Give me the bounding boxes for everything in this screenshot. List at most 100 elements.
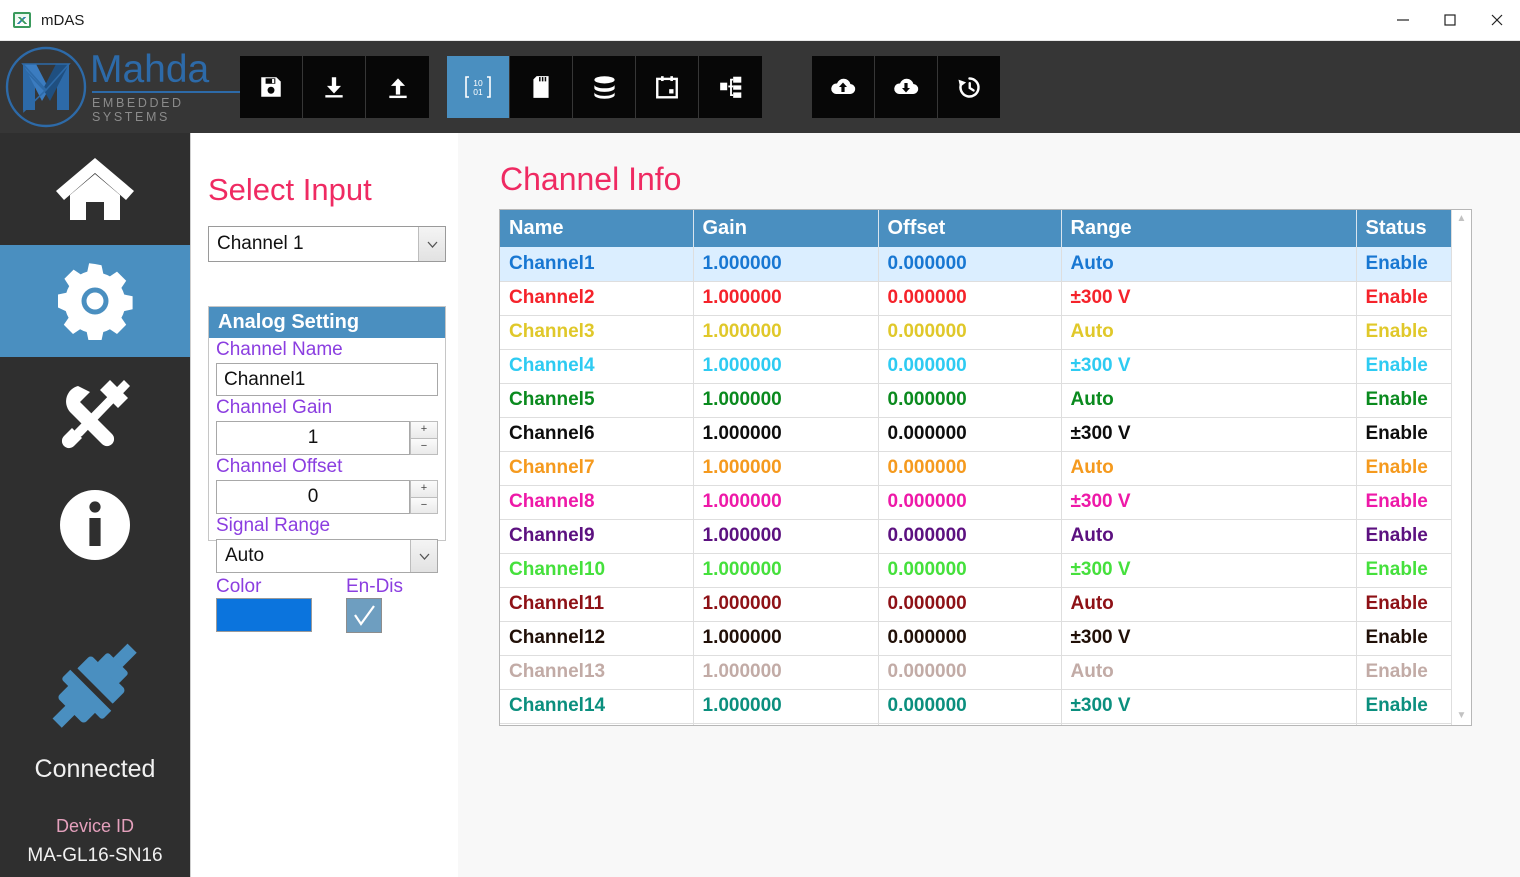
- database-button[interactable]: [573, 56, 636, 118]
- channel-gain-input[interactable]: 1: [216, 421, 410, 455]
- table-row[interactable]: Channel2 1.000000 0.000000 ±300 V Enable: [500, 281, 1451, 316]
- cell-gain: 1.000000: [693, 519, 879, 554]
- history-button[interactable]: [938, 56, 1001, 118]
- signal-range-value: Auto: [225, 545, 265, 566]
- channel-offset-input[interactable]: 0: [216, 480, 410, 514]
- cell-status: Enable: [1356, 417, 1451, 452]
- cell-gain: 1.000000: [693, 451, 879, 486]
- table-row[interactable]: Channel13 1.000000 0.000000 Auto Enable: [500, 655, 1451, 690]
- save-button[interactable]: [240, 56, 303, 118]
- table-row[interactable]: Channel6 1.000000 0.000000 ±300 V Enable: [500, 417, 1451, 452]
- toolbar-group-data: 10 01: [447, 56, 762, 118]
- plug-connector-icon: [52, 643, 137, 728]
- table-row[interactable]: Channel5 1.000000 0.000000 Auto Enable: [500, 383, 1451, 418]
- network-button[interactable]: [699, 56, 762, 118]
- cell-status: Enable: [1356, 587, 1451, 622]
- cell-status: Enable: [1356, 485, 1451, 520]
- cell-name: Channel9: [500, 519, 694, 554]
- cell-gain: 1.000000: [693, 281, 879, 316]
- brand-logo: Mahda EMBEDDED SYSTEMS: [0, 41, 264, 133]
- endis-column: En-Dis: [346, 575, 438, 633]
- column-header-range[interactable]: Range: [1061, 210, 1357, 247]
- column-header-status[interactable]: Status: [1356, 210, 1451, 247]
- home-icon: [56, 158, 134, 220]
- cell-status: Enable: [1356, 553, 1451, 588]
- mahda-m-logo: [5, 46, 87, 128]
- sidebar-item-info[interactable]: [0, 469, 190, 581]
- svg-text:01: 01: [473, 87, 483, 97]
- cell-range: ±300 V: [1061, 281, 1357, 316]
- table-row[interactable]: Channel4 1.000000 0.000000 ±300 V Enable: [500, 349, 1451, 384]
- sd-card-button[interactable]: [510, 56, 573, 118]
- table-row[interactable]: Channel12 1.000000 0.000000 ±300 V Enable: [500, 621, 1451, 656]
- binary-data-button[interactable]: 10 01: [447, 56, 510, 118]
- column-header-gain[interactable]: Gain: [693, 210, 879, 247]
- table-row[interactable]: Channel10 1.000000 0.000000 ±300 V Enable: [500, 553, 1451, 588]
- cell-gain: 1.000000: [693, 315, 879, 350]
- channel-info-table-frame: Name Gain Offset Range Status Channel1 1.…: [499, 209, 1472, 726]
- minimize-button[interactable]: [1379, 0, 1426, 41]
- window-controls: [1379, 0, 1520, 41]
- select-input-title: Select Input: [208, 172, 372, 207]
- close-button[interactable]: [1473, 0, 1520, 41]
- cloud-download-button[interactable]: [875, 56, 938, 118]
- check-icon: [354, 604, 375, 626]
- scroll-up-arrow-icon[interactable]: ▲: [1457, 214, 1467, 224]
- channel-select-value: Channel 1: [217, 233, 304, 254]
- maximize-button[interactable]: [1426, 0, 1473, 41]
- cell-name: Channel7: [500, 451, 694, 486]
- app-icon: [13, 12, 31, 28]
- channel-select[interactable]: Channel 1: [208, 226, 446, 262]
- table-row[interactable]: Channel14 1.000000 0.000000 ±300 V Enable: [500, 689, 1451, 724]
- table-row[interactable]: Channel11 1.000000 0.000000 Auto Enable: [500, 587, 1451, 622]
- brand-divider: [92, 91, 264, 93]
- scroll-down-arrow-icon[interactable]: ▼: [1457, 711, 1467, 721]
- channel-gain-stepper-buttons: + −: [410, 421, 438, 455]
- table-row[interactable]: Channel3 1.000000 0.000000 Auto Enable: [500, 315, 1451, 350]
- table-row[interactable]: Channel9 1.000000 0.000000 Auto Enable: [500, 519, 1451, 554]
- cell-offset: 0.000000: [878, 315, 1062, 350]
- cell-status: Enable: [1356, 689, 1451, 724]
- table-scrollbar[interactable]: ▲ ▼: [1451, 210, 1471, 725]
- window-title: mDAS: [41, 11, 85, 29]
- cell-gain: 1.000000: [693, 383, 879, 418]
- sidebar-item-settings[interactable]: [0, 245, 190, 357]
- color-swatch[interactable]: [216, 598, 312, 632]
- cell-name: Channel11: [500, 587, 694, 622]
- column-header-offset[interactable]: Offset: [878, 210, 1062, 247]
- sidebar-item-home[interactable]: [0, 133, 190, 245]
- offset-increment-button[interactable]: +: [410, 480, 438, 497]
- table-row[interactable]: Channel8 1.000000 0.000000 ±300 V Enable: [500, 485, 1451, 520]
- signal-range-select[interactable]: Auto: [216, 539, 438, 573]
- channel-gain-stepper: 1 + −: [216, 421, 438, 455]
- endis-checkbox[interactable]: [346, 598, 382, 633]
- chevron-down-icon[interactable]: [410, 540, 437, 572]
- gain-increment-button[interactable]: +: [410, 421, 438, 438]
- cell-name: Channel10: [500, 553, 694, 588]
- cell-range: Auto: [1061, 451, 1357, 486]
- cell-offset: 0.000000: [878, 553, 1062, 588]
- table-row[interactable]: Channel7 1.000000 0.000000 Auto Enable: [500, 451, 1451, 486]
- cloud-upload-button[interactable]: [812, 56, 875, 118]
- table-row[interactable]: Channel151.0000000.000000AutoEnable: [500, 723, 1451, 725]
- channel-select-wrapper: Channel 1: [208, 226, 446, 262]
- cell-gain: 1.000000: [693, 417, 879, 452]
- column-header-name[interactable]: Name: [500, 210, 694, 247]
- channel-name-label: Channel Name: [216, 339, 343, 360]
- channel-gain-label: Channel Gain: [216, 397, 333, 418]
- gain-decrement-button[interactable]: −: [410, 437, 438, 455]
- signal-range-label: Signal Range: [216, 515, 331, 536]
- channel-name-input[interactable]: Channel1: [216, 363, 438, 396]
- toolbar-group-file: [240, 56, 429, 118]
- export-button[interactable]: [366, 56, 429, 118]
- sidebar-item-tools[interactable]: [0, 357, 190, 469]
- cell-offset: 0.000000: [878, 451, 1062, 486]
- chevron-down-icon[interactable]: [418, 227, 445, 261]
- calendar-button[interactable]: [636, 56, 699, 118]
- table-row[interactable]: Channel1 1.000000 0.000000 Auto Enable: [500, 247, 1451, 282]
- offset-decrement-button[interactable]: −: [410, 496, 438, 514]
- analog-setting-card: Analog Setting Channel Name Channel1 Cha…: [208, 306, 446, 633]
- gear-icon: [58, 263, 133, 340]
- import-button[interactable]: [303, 56, 366, 118]
- cell-range: ±300 V: [1061, 485, 1357, 520]
